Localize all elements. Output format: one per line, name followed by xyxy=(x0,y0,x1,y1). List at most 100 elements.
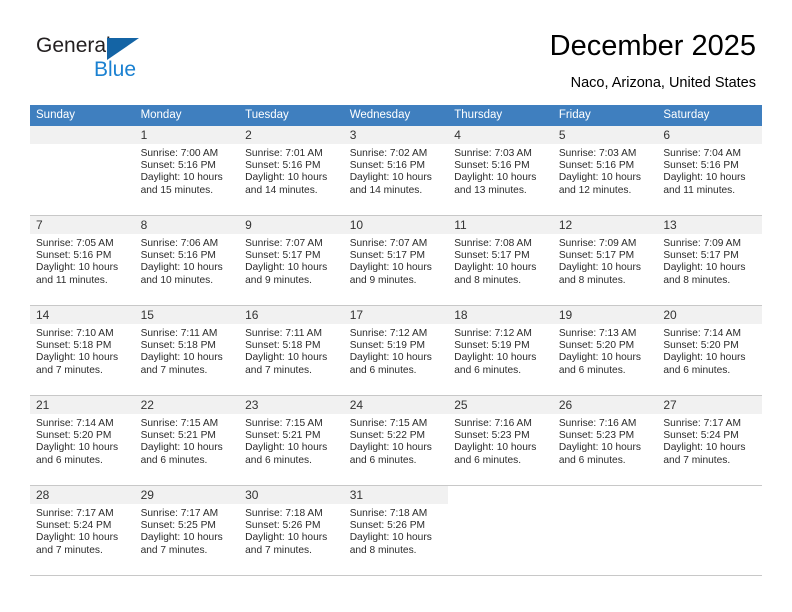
day-details xyxy=(448,504,553,508)
calendar-day-cell[interactable] xyxy=(657,486,762,576)
calendar-day-cell[interactable]: 29 Sunrise: 7:17 AM Sunset: 5:25 PM Dayligh… xyxy=(134,486,240,576)
daylight-text-line1: Daylight: 10 hours xyxy=(245,262,328,274)
sunset-text: Sunset: 5:26 PM xyxy=(349,520,426,532)
day-details: Sunrise: 7:17 AM Sunset: 5:25 PM Daylight:… xyxy=(135,504,240,557)
sunset-text: Sunset: 5:19 PM xyxy=(349,340,426,352)
day-cell-inner: 17 Sunrise: 7:12 AM Sunset: 5:19 PM Dayligh… xyxy=(343,306,449,395)
day-number: 23 xyxy=(239,396,344,414)
calendar-week-row: 28 Sunrise: 7:17 AM Sunset: 5:24 PM Dayligh… xyxy=(30,486,762,576)
calendar-day-cell[interactable]: 23 Sunrise: 7:15 AM Sunset: 5:21 PM Dayligh… xyxy=(239,396,344,486)
daylight-text-line1: Daylight: 10 hours xyxy=(558,262,641,274)
calendar-day-cell[interactable]: 6 Sunrise: 7:04 AM Sunset: 5:16 PM Daylight… xyxy=(657,126,762,216)
calendar-day-cell[interactable]: 2 Sunrise: 7:01 AM Sunset: 5:16 PM Daylight… xyxy=(239,126,344,216)
day-cell-inner: 4 Sunrise: 7:03 AM Sunset: 5:16 PM Daylight… xyxy=(448,126,553,215)
day-cell-inner: 20 Sunrise: 7:14 AM Sunset: 5:20 PM Dayligh… xyxy=(657,306,762,395)
sunset-text: Sunset: 5:16 PM xyxy=(454,160,530,172)
daylight-text-line1: Daylight: 10 hours xyxy=(663,262,746,274)
sunset-text: Sunset: 5:24 PM xyxy=(663,430,739,442)
calendar-day-cell[interactable]: 20 Sunrise: 7:14 AM Sunset: 5:20 PM Dayligh… xyxy=(657,306,762,396)
sunset-text: Sunset: 5:25 PM xyxy=(140,520,216,532)
calendar-day-cell[interactable]: 11 Sunrise: 7:08 AM Sunset: 5:17 PM Dayligh… xyxy=(448,216,553,306)
day-number: 26 xyxy=(552,396,658,414)
calendar-day-cell[interactable]: 3 Sunrise: 7:02 AM Sunset: 5:16 PM Daylight… xyxy=(343,126,449,216)
calendar-day-cell[interactable]: 26 Sunrise: 7:16 AM Sunset: 5:23 PM Dayligh… xyxy=(552,396,658,486)
sunrise-text: Sunrise: 7:07 AM xyxy=(245,238,323,249)
sunset-text: Sunset: 5:16 PM xyxy=(349,160,426,172)
daylight-text-line2: and 7 minutes. xyxy=(36,364,103,376)
day-number xyxy=(448,486,553,504)
sunset-text: Sunset: 5:17 PM xyxy=(349,250,426,262)
calendar-day-cell[interactable]: 13 Sunrise: 7:09 AM Sunset: 5:17 PM Dayligh… xyxy=(657,216,762,306)
calendar-day-cell[interactable]: 17 Sunrise: 7:12 AM Sunset: 5:19 PM Dayligh… xyxy=(343,306,449,396)
calendar-day-cell[interactable]: 14 Sunrise: 7:10 AM Sunset: 5:18 PM Dayligh… xyxy=(30,306,135,396)
day-details: Sunrise: 7:03 AM Sunset: 5:16 PM Daylight:… xyxy=(553,144,658,197)
daylight-text-line1: Daylight: 10 hours xyxy=(140,352,223,364)
daylight-text-line1: Daylight: 10 hours xyxy=(454,172,537,184)
calendar-day-cell[interactable]: 22 Sunrise: 7:15 AM Sunset: 5:21 PM Dayligh… xyxy=(134,396,240,486)
daylight-text-line1: Daylight: 10 hours xyxy=(245,532,328,544)
calendar-day-cell[interactable]: 9 Sunrise: 7:07 AM Sunset: 5:17 PM Daylight… xyxy=(239,216,344,306)
daylight-text-line2: and 6 minutes. xyxy=(245,454,312,466)
day-details: Sunrise: 7:18 AM Sunset: 5:26 PM Daylight:… xyxy=(239,504,344,557)
day-cell-inner: 22 Sunrise: 7:15 AM Sunset: 5:21 PM Dayligh… xyxy=(134,396,240,485)
day-details: Sunrise: 7:07 AM Sunset: 5:17 PM Daylight:… xyxy=(239,234,344,287)
calendar-day-cell[interactable]: 21 Sunrise: 7:14 AM Sunset: 5:20 PM Dayligh… xyxy=(30,396,135,486)
calendar-table: Sunday Monday Tuesday Wednesday Thursday… xyxy=(30,105,762,576)
calendar-day-cell[interactable]: 15 Sunrise: 7:11 AM Sunset: 5:18 PM Dayligh… xyxy=(134,306,240,396)
day-number: 31 xyxy=(343,486,449,504)
sunrise-text: Sunrise: 7:14 AM xyxy=(663,328,741,339)
calendar-day-cell[interactable]: 8 Sunrise: 7:06 AM Sunset: 5:16 PM Daylight… xyxy=(134,216,240,306)
calendar-day-cell[interactable]: 4 Sunrise: 7:03 AM Sunset: 5:16 PM Daylight… xyxy=(448,126,553,216)
calendar-day-cell[interactable]: 18 Sunrise: 7:12 AM Sunset: 5:19 PM Dayligh… xyxy=(448,306,553,396)
day-cell-inner xyxy=(552,486,658,575)
calendar-day-cell[interactable]: 24 Sunrise: 7:15 AM Sunset: 5:22 PM Dayligh… xyxy=(343,396,449,486)
calendar-day-cell[interactable] xyxy=(448,486,553,576)
daylight-text-line2: and 11 minutes. xyxy=(36,274,108,286)
day-details: Sunrise: 7:11 AM Sunset: 5:18 PM Daylight:… xyxy=(239,324,344,377)
day-cell-inner: 31 Sunrise: 7:18 AM Sunset: 5:26 PM Dayligh… xyxy=(343,486,449,575)
general-blue-logo[interactable]: General Blue xyxy=(36,34,216,90)
sunrise-text: Sunrise: 7:03 AM xyxy=(558,148,637,159)
calendar-day-cell[interactable]: 16 Sunrise: 7:11 AM Sunset: 5:18 PM Dayligh… xyxy=(239,306,344,396)
daylight-text-line1: Daylight: 10 hours xyxy=(558,172,641,184)
daylight-text-line2: and 8 minutes. xyxy=(349,544,417,556)
day-number: 9 xyxy=(239,216,344,234)
calendar-head: Sunday Monday Tuesday Wednesday Thursday… xyxy=(30,105,762,126)
calendar-day-cell[interactable] xyxy=(552,486,658,576)
sunrise-text: Sunrise: 7:16 AM xyxy=(454,418,532,429)
sunrise-text: Sunrise: 7:17 AM xyxy=(36,508,114,519)
daylight-text-line2: and 9 minutes. xyxy=(245,274,312,286)
day-cell-inner xyxy=(30,126,135,215)
daylight-text-line2: and 14 minutes. xyxy=(245,184,318,196)
sunset-text: Sunset: 5:23 PM xyxy=(454,430,530,442)
day-cell-inner: 13 Sunrise: 7:09 AM Sunset: 5:17 PM Dayligh… xyxy=(657,216,762,305)
calendar-day-cell[interactable]: 5 Sunrise: 7:03 AM Sunset: 5:16 PM Daylight… xyxy=(552,126,658,216)
calendar-day-cell[interactable]: 28 Sunrise: 7:17 AM Sunset: 5:24 PM Dayligh… xyxy=(30,486,135,576)
sunset-text: Sunset: 5:16 PM xyxy=(245,160,321,172)
page-title: December 2025 xyxy=(549,30,756,62)
calendar-day-cell[interactable]: 31 Sunrise: 7:18 AM Sunset: 5:26 PM Dayligh… xyxy=(343,486,449,576)
sunrise-text: Sunrise: 7:01 AM xyxy=(245,148,323,159)
calendar-day-cell[interactable] xyxy=(30,126,135,216)
daylight-text-line2: and 6 minutes. xyxy=(558,364,626,376)
daylight-text-line1: Daylight: 10 hours xyxy=(454,262,537,274)
calendar-day-cell[interactable]: 12 Sunrise: 7:09 AM Sunset: 5:17 PM Dayligh… xyxy=(552,216,658,306)
day-number: 4 xyxy=(448,126,553,144)
calendar-day-cell[interactable]: 7 Sunrise: 7:05 AM Sunset: 5:16 PM Daylight… xyxy=(30,216,135,306)
sunset-text: Sunset: 5:17 PM xyxy=(663,250,739,262)
calendar-day-cell[interactable]: 30 Sunrise: 7:18 AM Sunset: 5:26 PM Dayligh… xyxy=(239,486,344,576)
day-cell-inner: 24 Sunrise: 7:15 AM Sunset: 5:22 PM Dayligh… xyxy=(343,396,449,485)
calendar-week-row: 21 Sunrise: 7:14 AM Sunset: 5:20 PM Dayligh… xyxy=(30,396,762,486)
day-cell-inner: 27 Sunrise: 7:17 AM Sunset: 5:24 PM Dayligh… xyxy=(657,396,762,485)
day-details: Sunrise: 7:00 AM Sunset: 5:16 PM Daylight:… xyxy=(135,144,240,197)
calendar-day-cell[interactable]: 10 Sunrise: 7:07 AM Sunset: 5:17 PM Dayligh… xyxy=(343,216,449,306)
sunset-text: Sunset: 5:20 PM xyxy=(36,430,112,442)
calendar-day-cell[interactable]: 19 Sunrise: 7:13 AM Sunset: 5:20 PM Dayligh… xyxy=(552,306,658,396)
day-number: 18 xyxy=(448,306,553,324)
day-details: Sunrise: 7:16 AM Sunset: 5:23 PM Daylight:… xyxy=(553,414,658,467)
calendar-day-cell[interactable]: 27 Sunrise: 7:17 AM Sunset: 5:24 PM Dayligh… xyxy=(657,396,762,486)
sunset-text: Sunset: 5:18 PM xyxy=(140,340,216,352)
sunset-text: Sunset: 5:24 PM xyxy=(36,520,112,532)
calendar-day-cell[interactable]: 1 Sunrise: 7:00 AM Sunset: 5:16 PM Daylight… xyxy=(134,126,240,216)
calendar-day-cell[interactable]: 25 Sunrise: 7:16 AM Sunset: 5:23 PM Dayligh… xyxy=(448,396,553,486)
